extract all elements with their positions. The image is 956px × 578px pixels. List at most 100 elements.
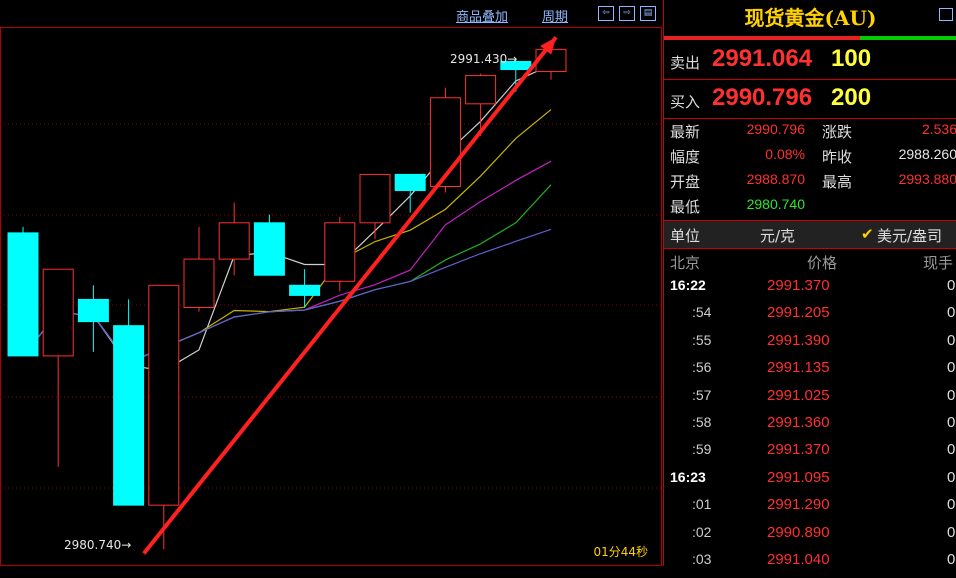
- stat-value: 0.08%: [765, 146, 805, 162]
- stat-value: 2988.260: [898, 146, 956, 162]
- overlay-commodity-link[interactable]: 商品叠加: [456, 6, 508, 25]
- candle-body: [42, 268, 74, 357]
- ask-label: 卖出: [670, 54, 701, 72]
- tick-volume: 0: [947, 331, 956, 349]
- candle-body: [218, 222, 250, 260]
- tick-header-volume: 现手: [923, 254, 954, 272]
- tick-price: 2991.205: [767, 304, 830, 322]
- tick-price: 2991.290: [767, 496, 830, 514]
- tick-row: :59 2991.370 0: [664, 441, 956, 468]
- tick-volume: 0: [947, 468, 956, 486]
- quote-panel: 现货黄金(AU) 卖出 2991.064 100 买入 2990.796 200…: [663, 0, 956, 568]
- low-price-label: 2980.740→: [64, 538, 132, 552]
- candle-body: [394, 173, 426, 192]
- period-link[interactable]: 周期: [542, 6, 568, 25]
- tick-time: :56: [692, 359, 712, 376]
- bid-ask-ratio-bar: [664, 36, 956, 40]
- high-price-label: 2991.430→: [450, 52, 518, 66]
- stat-value: 2.536: [921, 121, 956, 137]
- stat-label: 最新: [670, 123, 701, 141]
- chart-frame: [0, 27, 662, 566]
- tick-price: 2991.360: [767, 414, 830, 431]
- tick-volume: 0: [947, 551, 956, 568]
- ma-line-green: [22, 184, 552, 364]
- ma-line-yellow: [22, 109, 552, 364]
- stat-label: 最高: [822, 173, 853, 191]
- tick-row: :57 2991.025 0: [664, 387, 956, 414]
- tick-time: :59: [692, 441, 712, 458]
- tick-row: 16:22 2991.370 0: [664, 277, 956, 304]
- tick-time: :03: [692, 551, 712, 567]
- tick-row: :01 2991.290 0: [664, 496, 956, 523]
- tick-price: 2991.095: [767, 468, 830, 486]
- stat-value: 2980.740: [746, 196, 805, 212]
- candle-body: [465, 75, 497, 105]
- unit-label: 单位: [670, 227, 701, 245]
- window-toggle-icon[interactable]: [939, 8, 953, 21]
- stat-label: 昨收: [822, 148, 853, 166]
- bid-row: 买入 2990.796 200: [664, 80, 956, 119]
- tick-time: :55: [692, 331, 712, 348]
- tick-volume: 0: [947, 414, 956, 431]
- layout-toggle-icon[interactable]: ▤: [640, 6, 656, 21]
- ma-line-blue: [22, 228, 552, 364]
- ma-line-magenta: [22, 160, 552, 364]
- candle-body: [289, 284, 321, 296]
- stat-value: 2993.880: [898, 171, 956, 187]
- tick-volume: 0: [947, 523, 956, 541]
- tick-time: :54: [692, 304, 712, 321]
- candle-body: [7, 232, 39, 357]
- ask-row: 卖出 2991.064 100: [664, 41, 956, 80]
- stat-value: 2990.796: [746, 121, 805, 137]
- tick-volume: 0: [947, 277, 956, 294]
- candle-body: [324, 222, 356, 282]
- tick-volume: 0: [947, 359, 956, 377]
- candle-body: [183, 258, 215, 309]
- candle-body: [113, 325, 145, 506]
- stat-label: 开盘: [670, 173, 701, 191]
- tick-row: :02 2990.890 0: [664, 524, 956, 551]
- scroll-left-icon[interactable]: ⇦: [598, 6, 614, 21]
- tick-time: :02: [692, 523, 712, 540]
- candle-body: [148, 284, 180, 506]
- tick-row: :55 2991.390 0: [664, 332, 956, 359]
- tick-price: 2991.390: [767, 331, 830, 349]
- candle-body: [253, 222, 285, 276]
- tick-row: :03 2991.040 0: [664, 551, 956, 578]
- tick-price: 2991.135: [767, 359, 830, 377]
- countdown-timer: 01分44秒: [593, 545, 648, 559]
- tick-row: :54 2991.205 0: [664, 304, 956, 331]
- checkmark-icon: ✔: [861, 225, 874, 243]
- tick-time: :01: [692, 496, 712, 513]
- kline-chart[interactable]: [0, 0, 662, 566]
- tick-row: :58 2991.360 0: [664, 414, 956, 441]
- ratio-bar-red-fill: [664, 36, 861, 40]
- tick-header-price: 价格: [807, 254, 838, 272]
- kline-chart-panel[interactable]: 商品叠加 周期 ⇦ ⇨ ▤ 2991.430→ 2980.740→ 01分44秒: [0, 0, 662, 566]
- stat-label: 最低: [670, 198, 701, 216]
- candle-body: [77, 298, 109, 323]
- tick-time: 16:22: [670, 277, 706, 293]
- tick-time: :58: [692, 414, 712, 430]
- tick-volume: 0: [947, 304, 956, 322]
- instrument-title: 现货黄金(AU): [744, 6, 877, 30]
- unit-usd-option[interactable]: 美元/盎司: [877, 225, 942, 246]
- tick-price: 2991.040: [767, 551, 830, 568]
- ma-line-white: [22, 64, 552, 372]
- scroll-right-icon[interactable]: ⇨: [619, 6, 635, 21]
- candle-body: [359, 173, 391, 224]
- tick-price: 2991.025: [767, 386, 830, 404]
- tick-price: 2990.890: [767, 523, 830, 541]
- unit-bar: 单位 元/克 ✔ 美元/盎司: [664, 220, 956, 249]
- tick-volume: 0: [947, 386, 956, 404]
- stat-value: 2988.870: [746, 171, 805, 187]
- tick-row: :56 2991.135 0: [664, 359, 956, 386]
- bid-price: 2990.796: [712, 84, 813, 111]
- tick-price: 2991.370: [767, 441, 830, 459]
- bid-label: 买入: [670, 93, 701, 111]
- stat-label: 涨跌: [822, 123, 853, 141]
- tick-time: 16:23: [670, 468, 706, 485]
- tick-volume: 0: [947, 441, 956, 459]
- unit-cny-option[interactable]: 元/克: [760, 225, 795, 246]
- stat-label: 幅度: [670, 148, 701, 166]
